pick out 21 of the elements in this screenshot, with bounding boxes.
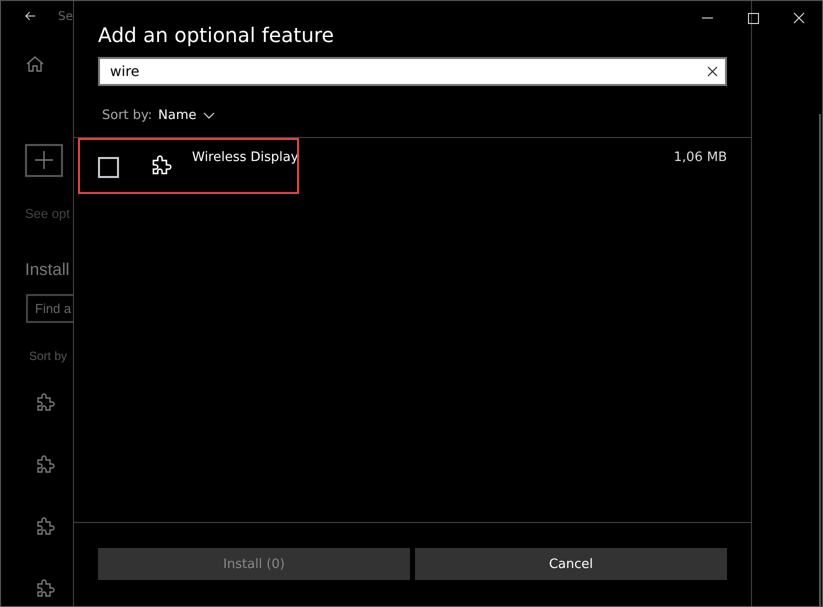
maximize-icon (748, 12, 758, 24)
add-feature-button[interactable] (25, 144, 63, 176)
sort-dropdown[interactable]: Name (158, 108, 197, 123)
search-field[interactable]: wire (98, 57, 727, 86)
dialog-title: Add an optional feature (98, 23, 334, 47)
plus-icon (35, 151, 53, 170)
close-icon (793, 12, 805, 24)
home-icon[interactable] (25, 54, 45, 74)
section-heading: Install (25, 260, 70, 278)
sort-label: Sort by: (102, 108, 152, 123)
chevron-down-icon[interactable] (202, 112, 215, 119)
back-arrow-icon[interactable] (25, 10, 36, 22)
feature-name: Wireless Display (192, 150, 300, 165)
sort-label[interactable]: Sort by (29, 349, 68, 363)
checkbox[interactable] (98, 157, 119, 178)
minimize-icon (702, 17, 712, 19)
cancel-button[interactable]: Cancel (415, 548, 727, 580)
feature-size: 1,06 MB (674, 150, 727, 165)
see-link[interactable]: See opt (25, 206, 70, 220)
window-title: Se (58, 9, 73, 24)
clear-icon[interactable] (707, 66, 718, 77)
